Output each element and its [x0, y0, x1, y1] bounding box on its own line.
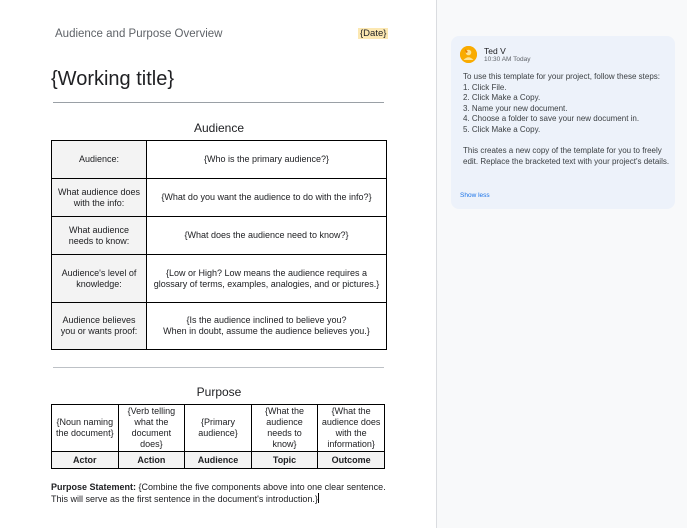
comment-timestamp: 10:30 AM Today	[484, 56, 531, 63]
row-label: What audience does with the info:	[51, 178, 147, 217]
purpose-header-outcome: Outcome	[317, 451, 385, 469]
comment-step: 2. Click Make a Copy.	[463, 93, 541, 103]
table-row: What audience needs to know: {What does …	[51, 216, 387, 255]
comment-step: 5. Click Make a Copy.	[463, 124, 541, 134]
row-value[interactable]: {Who is the primary audience?}	[146, 140, 387, 179]
document-page[interactable]: Audience and Purpose Overview {Date} {Wo…	[0, 0, 437, 528]
divider	[53, 102, 384, 103]
purpose-header-audience: Audience	[184, 451, 252, 469]
purpose-cell[interactable]: {What the audience does with the informa…	[317, 404, 385, 452]
purpose-header-actor: Actor	[51, 451, 119, 469]
purpose-cell[interactable]: {Verb telling what the document does}	[117, 404, 186, 452]
comment-step: 4. Choose a folder to save your new docu…	[463, 114, 640, 124]
table-row: Audience believes you or wants proof: {I…	[51, 302, 387, 350]
purpose-cell[interactable]: {Primary audience}	[184, 404, 252, 452]
row-value[interactable]: {What do you want the audience to do wit…	[146, 178, 387, 217]
text-cursor	[317, 493, 319, 503]
purpose-header-topic: Topic	[250, 451, 319, 469]
comment-step: 1. Click File.	[463, 82, 507, 92]
value-line: {Is the audience inclined to believe you…	[186, 315, 347, 325]
user-avatar-icon	[460, 46, 477, 63]
purpose-statement[interactable]: Purpose Statement: {Combine the five com…	[51, 482, 391, 505]
document-header-title: Audience and Purpose Overview	[55, 28, 223, 40]
divider	[53, 367, 384, 368]
purpose-heading: Purpose	[196, 385, 242, 399]
row-label: Audience's level of knowledge:	[51, 254, 147, 303]
audience-table: Audience: {Who is the primary audience?}…	[51, 140, 387, 350]
table-row: Audience's level of knowledge: {Low or H…	[51, 254, 387, 303]
audience-heading: Audience	[193, 121, 245, 135]
comment-step: 3. Name your new document.	[463, 103, 568, 113]
purpose-cell[interactable]: {Noun naming the document}	[51, 404, 119, 452]
comment-card[interactable]: Ted V 10:30 AM Today To use this templat…	[451, 36, 675, 209]
comment-closing: This creates a new copy of the template …	[463, 146, 670, 166]
purpose-header-action: Action	[117, 451, 186, 469]
row-label: What audience needs to know:	[51, 216, 147, 255]
purpose-table: {Noun naming the document} {Verb telling…	[51, 404, 385, 469]
comment-author: Ted V	[484, 46, 506, 56]
row-value[interactable]: {Is the audience inclined to believe you…	[146, 302, 387, 350]
working-title[interactable]: {Working title}	[51, 68, 174, 91]
purpose-cell[interactable]: {What the audience needs to know}	[250, 404, 319, 452]
table-row: What audience does with the info: {What …	[51, 178, 387, 217]
purpose-statement-label: Purpose Statement:	[51, 482, 137, 492]
show-less-link[interactable]: Show less	[460, 192, 490, 199]
row-label: Audience believes you or wants proof:	[51, 302, 147, 350]
table-row: {Noun naming the document} {Verb telling…	[51, 404, 385, 452]
row-label: Audience:	[51, 140, 147, 179]
row-value[interactable]: {What does the audience need to know?}	[146, 216, 387, 255]
row-value[interactable]: {Low or High? Low means the audience req…	[146, 254, 387, 303]
comment-intro: To use this template for your project, f…	[463, 72, 660, 81]
value-line: When in doubt, assume the audience belie…	[163, 326, 370, 336]
table-row: Actor Action Audience Topic Outcome	[51, 451, 385, 469]
table-row: Audience: {Who is the primary audience?}	[51, 140, 387, 179]
date-placeholder[interactable]: {Date}	[358, 28, 389, 39]
comment-body: To use this template for your project, f…	[463, 72, 671, 167]
